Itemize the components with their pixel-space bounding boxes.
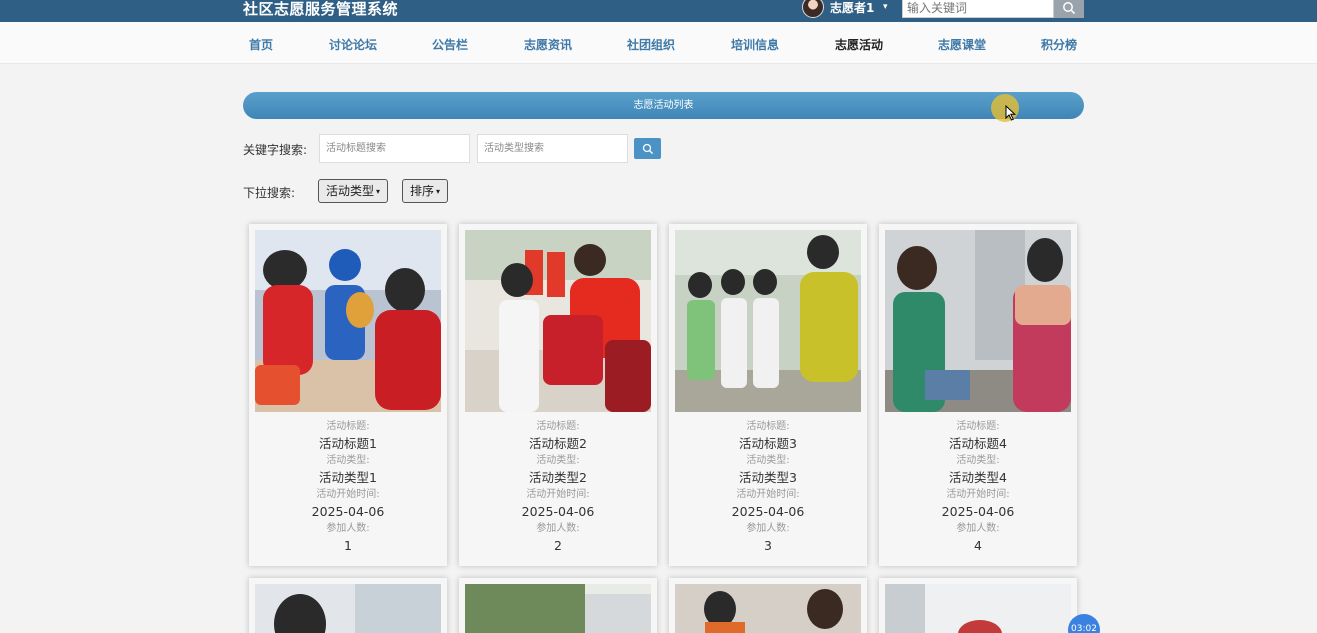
activity-type: 活动类型3 bbox=[739, 470, 797, 485]
mouse-cursor-icon bbox=[1005, 105, 1016, 121]
nav-item-news[interactable]: 志愿资讯 bbox=[524, 22, 572, 64]
activity-photo[interactable] bbox=[465, 584, 651, 633]
participant-count: 3 bbox=[764, 538, 772, 553]
participant-count-label: 参加人数: bbox=[746, 523, 790, 534]
start-date-label: 活动开始时间: bbox=[526, 489, 590, 500]
activity-start-date: 2025-04-06 bbox=[941, 504, 1015, 519]
activity-photo[interactable] bbox=[885, 584, 1071, 633]
dropdown-search-label: 下拉搜索: bbox=[243, 186, 296, 200]
activity-type-dropdown-label: 活动类型 bbox=[326, 184, 375, 198]
activity-title: 活动标题4 bbox=[949, 436, 1007, 451]
title-label: 活动标题: bbox=[536, 421, 580, 432]
activity-card[interactable] bbox=[249, 578, 447, 633]
activity-card[interactable] bbox=[669, 578, 867, 633]
site-title: 社区志愿服务管理系统 bbox=[243, 0, 399, 18]
caret-down-icon: ▾ bbox=[376, 187, 381, 196]
type-label: 活动类型: bbox=[956, 455, 1000, 466]
nav-item-home[interactable]: 首页 bbox=[249, 22, 273, 64]
activity-title: 活动标题2 bbox=[529, 436, 587, 451]
activity-photo[interactable] bbox=[885, 230, 1071, 412]
participant-count: 2 bbox=[554, 538, 562, 553]
activity-type: 活动类型1 bbox=[319, 470, 377, 485]
activity-photo[interactable] bbox=[675, 230, 861, 412]
type-label: 活动类型: bbox=[326, 455, 370, 466]
participant-count: 4 bbox=[974, 538, 982, 553]
user-name[interactable]: 志愿者1 bbox=[830, 0, 874, 16]
start-date-label: 活动开始时间: bbox=[946, 489, 1010, 500]
search-button[interactable] bbox=[634, 138, 661, 159]
activity-type: 活动类型2 bbox=[529, 470, 587, 485]
nav-item-clubs[interactable]: 社团组织 bbox=[627, 22, 675, 64]
participant-count: 1 bbox=[344, 538, 352, 553]
nav-item-activities[interactable]: 志愿活动 bbox=[835, 22, 883, 64]
user-menu-chevron-down-icon[interactable]: ▾ bbox=[883, 0, 888, 14]
title-label: 活动标题: bbox=[746, 421, 790, 432]
participant-count-label: 参加人数: bbox=[536, 523, 580, 534]
timer-badge: 03:02 bbox=[1068, 614, 1100, 633]
activity-start-date: 2025-04-06 bbox=[311, 504, 385, 519]
nav-item-notice[interactable]: 公告栏 bbox=[432, 22, 468, 64]
search-icon bbox=[1063, 2, 1076, 15]
caret-down-icon: ▾ bbox=[436, 187, 441, 196]
activity-type-search-input[interactable] bbox=[477, 134, 628, 163]
nav-item-leaderboard[interactable]: 积分榜 bbox=[1041, 22, 1077, 64]
activity-start-date: 2025-04-06 bbox=[521, 504, 595, 519]
top-bar: 社区志愿服务管理系统 志愿者1 ▾ bbox=[0, 0, 1317, 22]
section-banner: 志愿活动列表 bbox=[243, 92, 1084, 119]
activity-card[interactable]: 活动标题: 活动标题2 活动类型: 活动类型2 活动开始时间: 2025-04-… bbox=[459, 224, 657, 566]
activity-type: 活动类型4 bbox=[949, 470, 1007, 485]
title-label: 活动标题: bbox=[956, 421, 1000, 432]
activity-type-dropdown[interactable]: 活动类型 ▾ bbox=[318, 179, 389, 203]
activity-card[interactable] bbox=[879, 578, 1077, 633]
sort-dropdown[interactable]: 排序 ▾ bbox=[402, 179, 449, 203]
header-search-input[interactable] bbox=[902, 0, 1054, 18]
activity-card[interactable]: 活动标题: 活动标题4 活动类型: 活动类型4 活动开始时间: 2025-04-… bbox=[879, 224, 1077, 566]
activity-title-search-input[interactable] bbox=[319, 134, 470, 163]
nav-item-forum[interactable]: 讨论论坛 bbox=[329, 22, 377, 64]
activity-card[interactable] bbox=[459, 578, 657, 633]
start-date-label: 活动开始时间: bbox=[736, 489, 800, 500]
activity-photo[interactable] bbox=[465, 230, 651, 412]
type-label: 活动类型: bbox=[746, 455, 790, 466]
nav-item-training[interactable]: 培训信息 bbox=[731, 22, 779, 64]
activity-start-date: 2025-04-06 bbox=[731, 504, 805, 519]
keyword-search-label: 关键字搜索: bbox=[243, 143, 308, 157]
search-icon bbox=[642, 143, 653, 154]
title-label: 活动标题: bbox=[326, 421, 370, 432]
user-avatar[interactable] bbox=[802, 0, 824, 18]
type-label: 活动类型: bbox=[536, 455, 580, 466]
participant-count-label: 参加人数: bbox=[956, 523, 1000, 534]
main-nav: 首页 讨论论坛 公告栏 志愿资讯 社团组织 培训信息 志愿活动 志愿课堂 积分榜 bbox=[0, 22, 1317, 64]
activity-photo[interactable] bbox=[255, 584, 441, 633]
start-date-label: 活动开始时间: bbox=[316, 489, 380, 500]
activity-title: 活动标题1 bbox=[319, 436, 377, 451]
activity-card[interactable]: 活动标题: 活动标题3 活动类型: 活动类型3 活动开始时间: 2025-04-… bbox=[669, 224, 867, 566]
nav-item-classroom[interactable]: 志愿课堂 bbox=[938, 22, 986, 64]
activity-card[interactable]: 活动标题: 活动标题1 活动类型: 活动类型1 活动开始时间: 2025-04-… bbox=[249, 224, 447, 566]
activity-title: 活动标题3 bbox=[739, 436, 797, 451]
header-search-button[interactable] bbox=[1054, 0, 1084, 18]
participant-count-label: 参加人数: bbox=[326, 523, 370, 534]
activity-photo[interactable] bbox=[675, 584, 861, 633]
sort-dropdown-label: 排序 bbox=[410, 184, 435, 198]
activity-photo[interactable] bbox=[255, 230, 441, 412]
